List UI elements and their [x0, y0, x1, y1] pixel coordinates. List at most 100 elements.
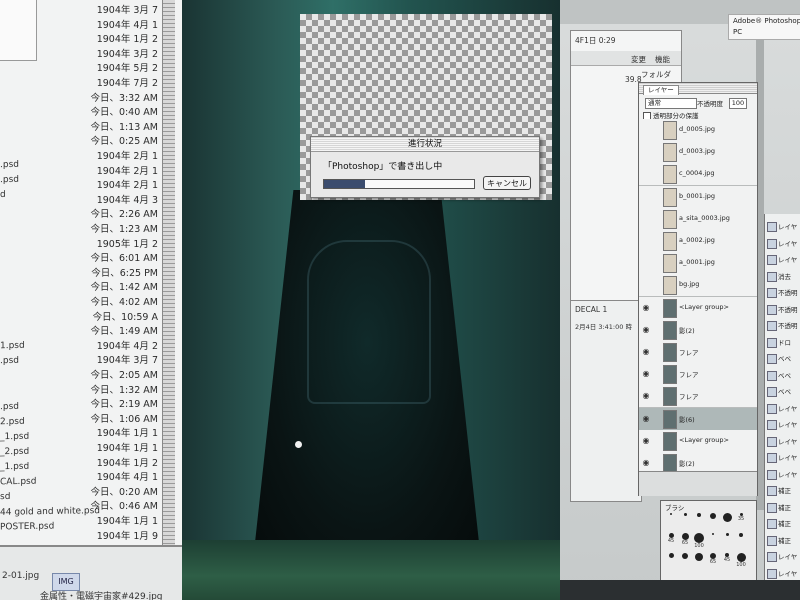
brush-preset[interactable]: [693, 513, 705, 527]
finder-file-name[interactable]: d: [0, 190, 6, 206]
action-item[interactable]: レイヤ: [767, 253, 800, 265]
brush-preset[interactable]: [721, 513, 733, 527]
action-label: 不透明: [778, 289, 798, 297]
visibility-eye-icon[interactable]: [641, 192, 651, 202]
action-item[interactable]: 不透明: [767, 319, 800, 331]
layer-row[interactable]: ◉ フレア: [639, 341, 757, 364]
layer-row[interactable]: d_0003.jpg: [639, 141, 757, 165]
layer-row[interactable]: ◉ 影(2): [639, 318, 757, 342]
visibility-eye-icon[interactable]: ◉: [641, 325, 651, 335]
action-item[interactable]: レイヤ: [767, 451, 800, 463]
action-item[interactable]: レイヤ: [767, 468, 800, 480]
action-item[interactable]: レイヤ: [767, 567, 800, 579]
finder-file-name[interactable]: _2.psd: [0, 447, 29, 464]
visibility-eye-icon[interactable]: [641, 236, 651, 246]
layer-row[interactable]: a_0001.jpg: [639, 252, 757, 276]
layer-row[interactable]: a_sita_0003.jpg: [639, 207, 757, 231]
visibility-eye-icon[interactable]: ◉: [641, 436, 651, 446]
opacity-input[interactable]: 100: [729, 98, 747, 109]
brush-preset[interactable]: [693, 553, 705, 567]
finder-bottom-item[interactable]: 2-01.jpg: [2, 571, 39, 581]
brush-preset[interactable]: 65: [707, 553, 719, 567]
brush-preset[interactable]: [735, 533, 747, 547]
visibility-eye-icon[interactable]: [641, 214, 651, 224]
layer-row[interactable]: ◉ <Layer group>: [639, 429, 757, 453]
brush-preset[interactable]: [665, 553, 677, 567]
tab-layers[interactable]: レイヤー: [643, 85, 679, 95]
layer-row[interactable]: bg.jpg: [639, 274, 757, 298]
visibility-eye-icon[interactable]: [641, 125, 651, 135]
visibility-eye-icon[interactable]: ◉: [641, 303, 651, 313]
layer-row[interactable]: a_0002.jpg: [639, 230, 757, 253]
action-item[interactable]: 補正: [767, 517, 800, 529]
finder-file-name[interactable]: .psd: [0, 356, 19, 372]
finder-bottom-item[interactable]: 金属性・電磁宇宙家#429.jpg: [40, 589, 163, 600]
brush-preset[interactable]: [707, 533, 719, 547]
brush-preset[interactable]: [721, 533, 733, 547]
visibility-eye-icon[interactable]: ◉: [641, 347, 651, 357]
finder-file-name[interactable]: POSTER.psd: [0, 522, 54, 539]
finder-file-name[interactable]: .psd: [0, 160, 19, 176]
action-item[interactable]: 補正: [767, 534, 800, 546]
action-item[interactable]: レイヤ: [767, 550, 800, 562]
finder-file-name[interactable]: 2.psd: [0, 416, 25, 432]
finder-file-name[interactable]: .psd: [0, 175, 19, 191]
visibility-eye-icon[interactable]: [641, 147, 651, 157]
action-item[interactable]: レイヤ: [767, 237, 800, 249]
action-item[interactable]: ドロ: [767, 336, 800, 348]
layer-row[interactable]: c_0004.jpg: [639, 163, 757, 187]
finder-file-name[interactable]: sd: [0, 492, 10, 508]
layer-row[interactable]: ◉ フレア: [639, 363, 757, 387]
tab-brushes[interactable]: ブラシ: [665, 502, 684, 512]
action-item[interactable]: レイヤ: [767, 402, 800, 414]
brush-preset[interactable]: 100: [693, 533, 705, 549]
layer-thumbnail: [663, 298, 677, 318]
folder-tab[interactable]: 変更: [631, 54, 646, 65]
visibility-eye-icon[interactable]: ◉: [641, 414, 651, 424]
layer-row[interactable]: b_0001.jpg: [639, 185, 757, 209]
visibility-eye-icon[interactable]: ◉: [641, 458, 651, 468]
action-item[interactable]: ベベ: [767, 369, 800, 381]
action-item[interactable]: ベベ: [767, 385, 800, 397]
finder-file-name[interactable]: CAL.psd: [0, 477, 36, 494]
blend-mode-select[interactable]: 通常: [645, 98, 697, 109]
layer-row[interactable]: ◉ <Layer group>: [639, 296, 757, 320]
brush-preset[interactable]: 100: [735, 553, 747, 568]
action-item[interactable]: 消去: [767, 270, 800, 282]
brush-tip-icon: [681, 533, 689, 540]
visibility-eye-icon[interactable]: [641, 169, 651, 179]
layer-row[interactable]: ◉ 影(6): [639, 407, 757, 431]
finder-file-name[interactable]: .psd: [0, 401, 19, 417]
brush-preset[interactable]: [665, 513, 677, 527]
action-item[interactable]: 不透明: [767, 286, 800, 298]
action-item[interactable]: レイヤ: [767, 435, 800, 447]
finder-file-name[interactable]: _1.psd: [0, 432, 29, 449]
brush-preset[interactable]: [707, 513, 719, 527]
visibility-eye-icon[interactable]: ◉: [641, 391, 651, 401]
visibility-eye-icon[interactable]: [641, 280, 651, 290]
finder-scrollbar[interactable]: [162, 0, 175, 600]
brush-preset[interactable]: 35: [735, 513, 747, 527]
action-item[interactable]: レイヤ: [767, 220, 800, 232]
finder-file-name[interactable]: _1.psd: [0, 462, 29, 479]
action-item[interactable]: 不透明: [767, 303, 800, 315]
finder-date-cell: 1904年 7月 2: [96, 78, 158, 89]
cancel-button[interactable]: キャンセル: [483, 176, 531, 190]
brush-preset[interactable]: 65: [679, 533, 691, 547]
action-item[interactable]: ベベ: [767, 352, 800, 364]
layer-row[interactable]: ◉ フレア: [639, 385, 757, 409]
brush-preset[interactable]: 45: [721, 553, 733, 567]
action-item[interactable]: 補正: [767, 484, 800, 496]
visibility-eye-icon[interactable]: [641, 258, 651, 268]
action-icon: [767, 304, 777, 315]
action-item[interactable]: レイヤ: [767, 418, 800, 430]
visibility-eye-icon[interactable]: ◉: [641, 369, 651, 379]
brush-preset[interactable]: 45: [665, 533, 677, 547]
layer-row[interactable]: d_0005.jpg: [639, 119, 757, 142]
app-title: Adobe® Photoshop® 5.5: [733, 17, 800, 25]
finder-date-cell: 今日、6:25 PM: [91, 267, 158, 279]
action-item[interactable]: 補正: [767, 501, 800, 513]
folder-tab[interactable]: 機能: [655, 54, 670, 65]
brush-preset[interactable]: [679, 513, 691, 527]
brush-preset[interactable]: [679, 553, 691, 567]
